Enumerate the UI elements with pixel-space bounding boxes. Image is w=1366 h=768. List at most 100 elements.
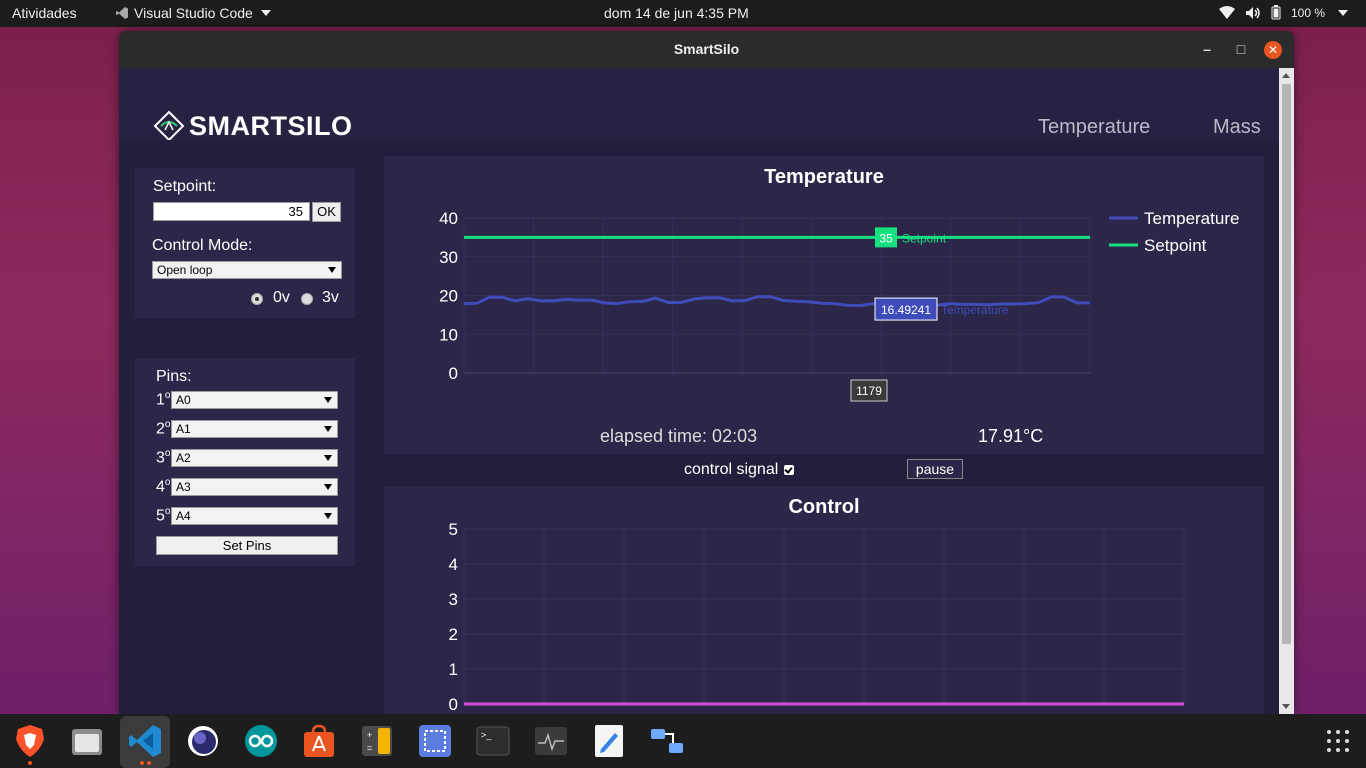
temperature-chart[interactable]: 0 10 20 30 40 Temperature Setpoint 35 Setpoint 16…: [384, 156, 1264, 454]
brave-browser-icon[interactable]: [12, 723, 48, 759]
scroll-up-icon[interactable]: [1282, 73, 1290, 78]
svg-text:>_: >_: [481, 730, 492, 740]
control-signal-toggle[interactable]: control signal: [684, 461, 795, 479]
pin-select-value: A2: [176, 451, 191, 465]
eclipse-icon[interactable]: [185, 723, 221, 759]
software-store-icon[interactable]: [301, 723, 337, 759]
control-signal-checkbox[interactable]: [784, 465, 795, 475]
pause-button[interactable]: pause: [907, 459, 963, 479]
chevron-down-icon: [324, 397, 332, 403]
y-tick-label: 2: [449, 625, 458, 644]
pin-number: 2o: [156, 419, 171, 438]
maximize-icon[interactable]: □: [1230, 31, 1252, 68]
minimize-icon[interactable]: –: [1196, 31, 1218, 68]
y-tick-label: 0: [449, 695, 458, 714]
legend-label: Temperature: [1144, 209, 1239, 228]
ok-button[interactable]: OK: [312, 202, 341, 222]
battery-percent: 100 %: [1290, 5, 1325, 20]
chevron-down-icon: [328, 267, 336, 273]
activities-button[interactable]: Atividades: [12, 5, 77, 21]
hover-temp-name: Temperature: [941, 303, 1009, 317]
system-tray[interactable]: 100 %: [1218, 5, 1348, 20]
app-menu[interactable]: Visual Studio Code: [115, 5, 271, 21]
chevron-down-icon: [324, 513, 332, 519]
set-pins-button[interactable]: Set Pins: [156, 536, 338, 555]
window-titlebar[interactable]: SmartSilo – □ ✕: [119, 31, 1294, 68]
setpoint-label: Setpoint:: [153, 178, 217, 195]
pin-number: 4o: [156, 477, 171, 496]
vscode-icon: [116, 7, 128, 19]
chevron-down-icon: [260, 10, 271, 16]
window-title: SmartSilo: [673, 41, 740, 57]
y-tick-label: 3: [449, 590, 458, 609]
screenshot-icon[interactable]: [417, 723, 453, 759]
setpoint-panel: Setpoint: 35 OK Control Mode: Open loop …: [135, 168, 355, 318]
taskbar-dock: + = >_: [0, 714, 1366, 768]
pin-select-4[interactable]: A3: [171, 478, 338, 496]
pin-select-value: A3: [176, 480, 191, 494]
setpoint-input[interactable]: 35: [153, 202, 310, 221]
hover-setpoint-value: 35: [879, 231, 893, 245]
vertical-scrollbar[interactable]: [1279, 68, 1294, 714]
arduino-icon[interactable]: [243, 723, 279, 759]
radio-3v[interactable]: [301, 293, 313, 305]
scrollbar-thumb[interactable]: [1282, 84, 1291, 644]
remote-connect-icon[interactable]: [649, 723, 685, 759]
pin-number: 5o: [156, 506, 171, 525]
y-tick-label: 4: [449, 555, 458, 574]
svg-text:=: =: [367, 743, 372, 753]
y-tick-label: 1: [449, 660, 458, 679]
app-content: SMARTSILO Temperature Mass Setpoint: 35 …: [119, 68, 1279, 714]
temperature-reading: 17.91°C: [978, 426, 1044, 446]
volume-icon: [1245, 6, 1260, 19]
control-chart[interactable]: 0 1 2 3 4 5: [384, 486, 1264, 714]
pin-select-value: A1: [176, 422, 191, 436]
app-menu-label: Visual Studio Code: [134, 5, 253, 21]
legend-label: Setpoint: [1144, 236, 1207, 255]
chevron-down-icon: [1338, 9, 1348, 16]
y-tick-label: 40: [439, 209, 458, 228]
pin-select-5[interactable]: A4: [171, 507, 338, 525]
close-icon[interactable]: ✕: [1264, 41, 1282, 59]
pin-select-value: A4: [176, 509, 191, 523]
y-tick-label: 0: [449, 364, 458, 383]
pin-select-2[interactable]: A1: [171, 420, 338, 438]
system-monitor-icon[interactable]: [533, 723, 569, 759]
y-tick-label: 30: [439, 248, 458, 267]
elapsed-time: elapsed time: 02:03: [600, 426, 758, 446]
control-mode-value: Open loop: [157, 263, 213, 277]
app-window: SmartSilo – □ ✕ SMARTSILO Temperature Ma…: [119, 31, 1294, 714]
pin-select-1[interactable]: A0: [171, 391, 338, 409]
show-applications-icon[interactable]: [1320, 723, 1356, 759]
control-card: Control 012345: [384, 486, 1264, 714]
pin-select-value: A0: [176, 393, 191, 407]
battery-icon: [1271, 5, 1281, 20]
y-tick-label: 5: [449, 520, 458, 539]
running-indicator: [140, 761, 144, 765]
nav-temperature[interactable]: Temperature: [1038, 116, 1150, 139]
chevron-down-icon: [324, 484, 332, 490]
silo-logo-icon: [153, 110, 185, 142]
text-editor-icon[interactable]: [591, 723, 627, 759]
scroll-down-icon[interactable]: [1282, 704, 1290, 709]
pins-panel: Pins: 1o A0 2o A1 3o A2 4o A3 5o A4 Set …: [135, 358, 355, 566]
hover-setpoint-name: Setpoint: [902, 231, 947, 245]
temperature-card: Temperature 0 10 20 30 40 Temperature Setpoint…: [384, 156, 1264, 454]
vscode-icon[interactable]: [127, 723, 163, 759]
radio-0v[interactable]: [251, 293, 263, 305]
pin-select-3[interactable]: A2: [171, 449, 338, 467]
radio-0v-label: 0v: [273, 289, 290, 306]
hover-x-label: 1179: [856, 384, 882, 398]
terminal-icon[interactable]: >_: [475, 723, 511, 759]
files-icon[interactable]: [69, 723, 105, 759]
control-mode-select[interactable]: Open loop: [152, 261, 342, 279]
control-signal-label: control signal: [684, 461, 779, 478]
chevron-down-icon: [324, 426, 332, 432]
clock[interactable]: dom 14 de jun 4:35 PM: [604, 5, 749, 21]
wifi-icon: [1218, 5, 1235, 19]
nav-mass[interactable]: Mass: [1213, 116, 1261, 139]
smartsilo-logo: SMARTSILO: [153, 110, 353, 142]
calculator-icon[interactable]: +=: [359, 723, 395, 759]
running-indicator: [28, 761, 32, 765]
y-tick-label: 10: [439, 325, 458, 344]
